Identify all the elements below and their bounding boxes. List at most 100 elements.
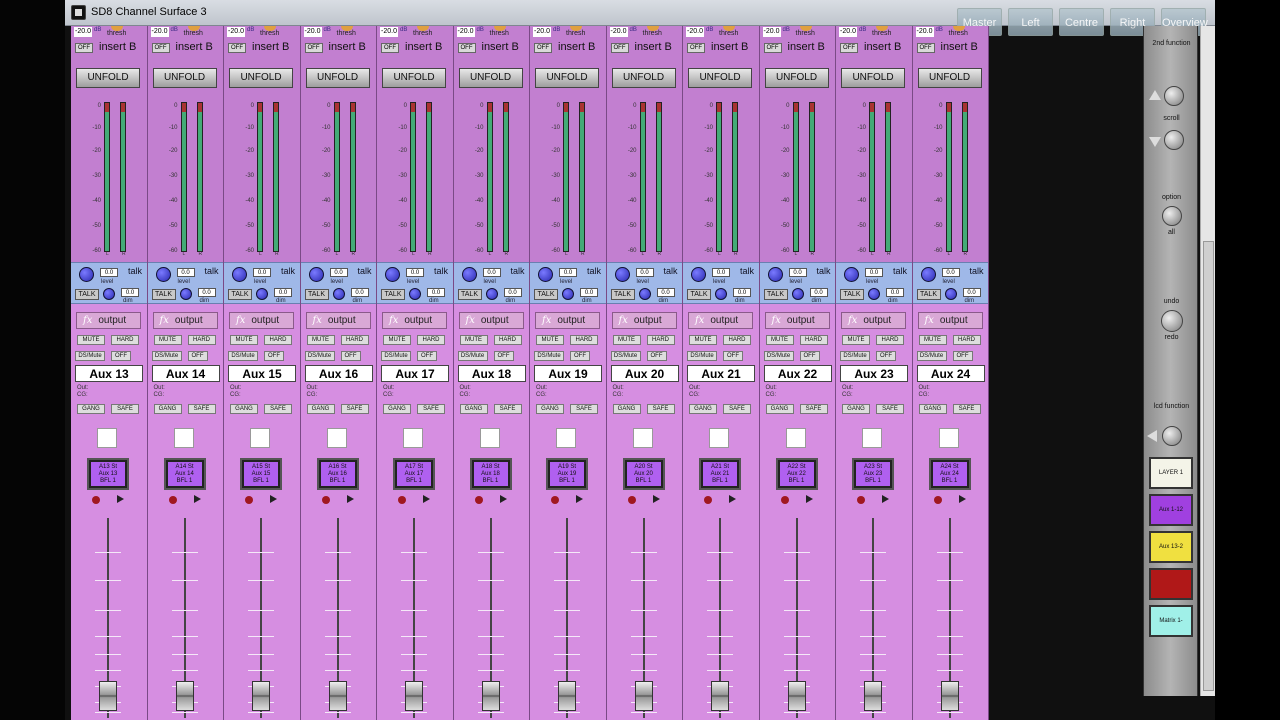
play-icon[interactable] (882, 495, 889, 503)
fx-output-button[interactable]: fx output (764, 312, 830, 329)
dim-knob[interactable] (103, 288, 115, 300)
fader-cap[interactable] (405, 681, 423, 711)
ds-mute-button[interactable]: DS/Mute (228, 351, 258, 361)
threshold-value[interactable]: -20.0 (686, 27, 704, 37)
unfold-button[interactable]: UNFOLD (76, 68, 140, 88)
fx-output-button[interactable]: fx output (458, 312, 524, 329)
layer-button[interactable]: Matrix 1- (1149, 605, 1193, 637)
unfold-button[interactable]: UNFOLD (382, 68, 446, 88)
undo-redo-icon[interactable] (1161, 310, 1183, 332)
dim-knob[interactable] (179, 288, 192, 300)
hard-button[interactable]: HARD (952, 335, 981, 345)
threshold-value[interactable]: -20.0 (150, 27, 169, 37)
layer-button[interactable]: Aux 13-2 (1149, 531, 1193, 563)
record-icon[interactable] (398, 496, 406, 504)
unfold-button[interactable]: UNFOLD (764, 68, 829, 88)
unfold-button[interactable]: UNFOLD (229, 68, 293, 88)
talk-level-value[interactable]: 0.0 (329, 268, 348, 277)
scrollbar-thumb[interactable] (1203, 241, 1214, 691)
select-button[interactable] (403, 428, 423, 448)
dim-value[interactable]: 0.0 (962, 288, 981, 297)
off-button[interactable]: OFF (340, 351, 361, 361)
hard-button[interactable]: HARD (493, 335, 522, 345)
dim-value[interactable]: 0.0 (580, 288, 598, 297)
talk-level-value[interactable]: 0.0 (635, 268, 654, 277)
talk-button[interactable]: TALK (457, 289, 482, 300)
channel-name[interactable]: Aux 22 (763, 365, 832, 382)
fader-cap[interactable] (481, 681, 500, 711)
channel-name[interactable]: Aux 15 (228, 365, 296, 382)
channel-name[interactable]: Aux 24 (916, 365, 985, 382)
record-icon[interactable] (92, 496, 100, 504)
play-icon[interactable] (193, 495, 201, 503)
scroll-knob[interactable] (1164, 86, 1184, 106)
safe-button[interactable]: SAFE (570, 404, 598, 414)
insert-off-button[interactable]: OFF (610, 43, 629, 53)
fader-cap[interactable] (940, 681, 959, 711)
fader-cap[interactable] (787, 681, 806, 711)
threshold-value[interactable]: -20.0 (227, 27, 245, 37)
talk-button[interactable]: TALK (916, 289, 941, 300)
gang-button[interactable]: GANG (306, 404, 335, 414)
talk-level-knob[interactable] (920, 267, 936, 282)
threshold-value[interactable]: -20.0 (609, 27, 628, 37)
record-icon[interactable] (780, 496, 789, 504)
off-button[interactable]: OFF (876, 351, 896, 361)
select-button[interactable] (250, 428, 270, 448)
talk-button[interactable]: TALK (381, 289, 405, 300)
select-button[interactable] (709, 428, 729, 448)
mute-button[interactable]: MUTE (153, 335, 182, 345)
select-button[interactable] (97, 428, 117, 448)
unfold-button[interactable]: UNFOLD (535, 68, 599, 88)
fader-cap[interactable] (328, 681, 347, 711)
unfold-button[interactable]: UNFOLD (458, 68, 523, 88)
fader-cap[interactable] (864, 681, 882, 711)
fx-output-button[interactable]: fx output (152, 312, 218, 329)
talk-level-value[interactable]: 0.0 (712, 268, 730, 277)
dim-value[interactable]: 0.0 (733, 288, 751, 297)
insert-off-button[interactable]: OFF (228, 43, 246, 53)
ds-mute-button[interactable]: DS/Mute (916, 351, 947, 361)
mute-button[interactable]: MUTE (306, 335, 335, 345)
fx-output-button[interactable]: fx output (76, 312, 141, 329)
talk-level-knob[interactable] (461, 267, 477, 282)
mute-button[interactable]: MUTE (842, 335, 870, 345)
talk-button[interactable]: TALK (304, 289, 329, 300)
insert-off-button[interactable]: OFF (763, 43, 782, 53)
insert-off-button[interactable]: OFF (840, 43, 858, 53)
insert-off-button[interactable]: OFF (457, 43, 476, 53)
select-button[interactable] (938, 428, 959, 448)
dim-knob[interactable] (562, 288, 574, 300)
dim-value[interactable]: 0.0 (121, 288, 139, 297)
dim-value[interactable]: 0.0 (350, 288, 369, 297)
ds-mute-button[interactable]: DS/Mute (840, 351, 870, 361)
talk-button[interactable]: TALK (75, 289, 99, 300)
mute-button[interactable]: MUTE (918, 335, 947, 345)
gang-button[interactable]: GANG (612, 404, 641, 414)
play-icon[interactable] (729, 495, 736, 503)
select-button[interactable] (173, 428, 194, 448)
fader-cap[interactable] (558, 681, 576, 711)
fader-cap[interactable] (711, 681, 729, 711)
talk-level-value[interactable]: 0.0 (865, 268, 883, 277)
safe-button[interactable]: SAFE (417, 404, 445, 414)
mute-button[interactable]: MUTE (765, 335, 794, 345)
scroll-up-icon[interactable] (1149, 90, 1161, 100)
dim-knob[interactable] (791, 288, 804, 300)
talk-button[interactable]: TALK (534, 289, 558, 300)
dim-knob[interactable] (868, 288, 880, 300)
left-button[interactable]: Left (1008, 8, 1053, 36)
dim-value[interactable]: 0.0 (503, 288, 522, 297)
threshold-value[interactable]: -20.0 (839, 27, 857, 37)
vertical-scrollbar[interactable] (1200, 26, 1215, 696)
talk-level-knob[interactable] (614, 267, 630, 282)
hard-button[interactable]: HARD (799, 335, 828, 345)
talk-level-value[interactable]: 0.0 (176, 268, 195, 277)
gang-button[interactable]: GANG (842, 404, 870, 414)
dim-knob[interactable] (638, 288, 651, 300)
select-button[interactable] (785, 428, 806, 448)
channel-name[interactable]: Aux 14 (151, 365, 220, 382)
unfold-button[interactable]: UNFOLD (305, 68, 370, 88)
talk-level-knob[interactable] (385, 267, 400, 282)
record-icon[interactable] (551, 496, 559, 504)
